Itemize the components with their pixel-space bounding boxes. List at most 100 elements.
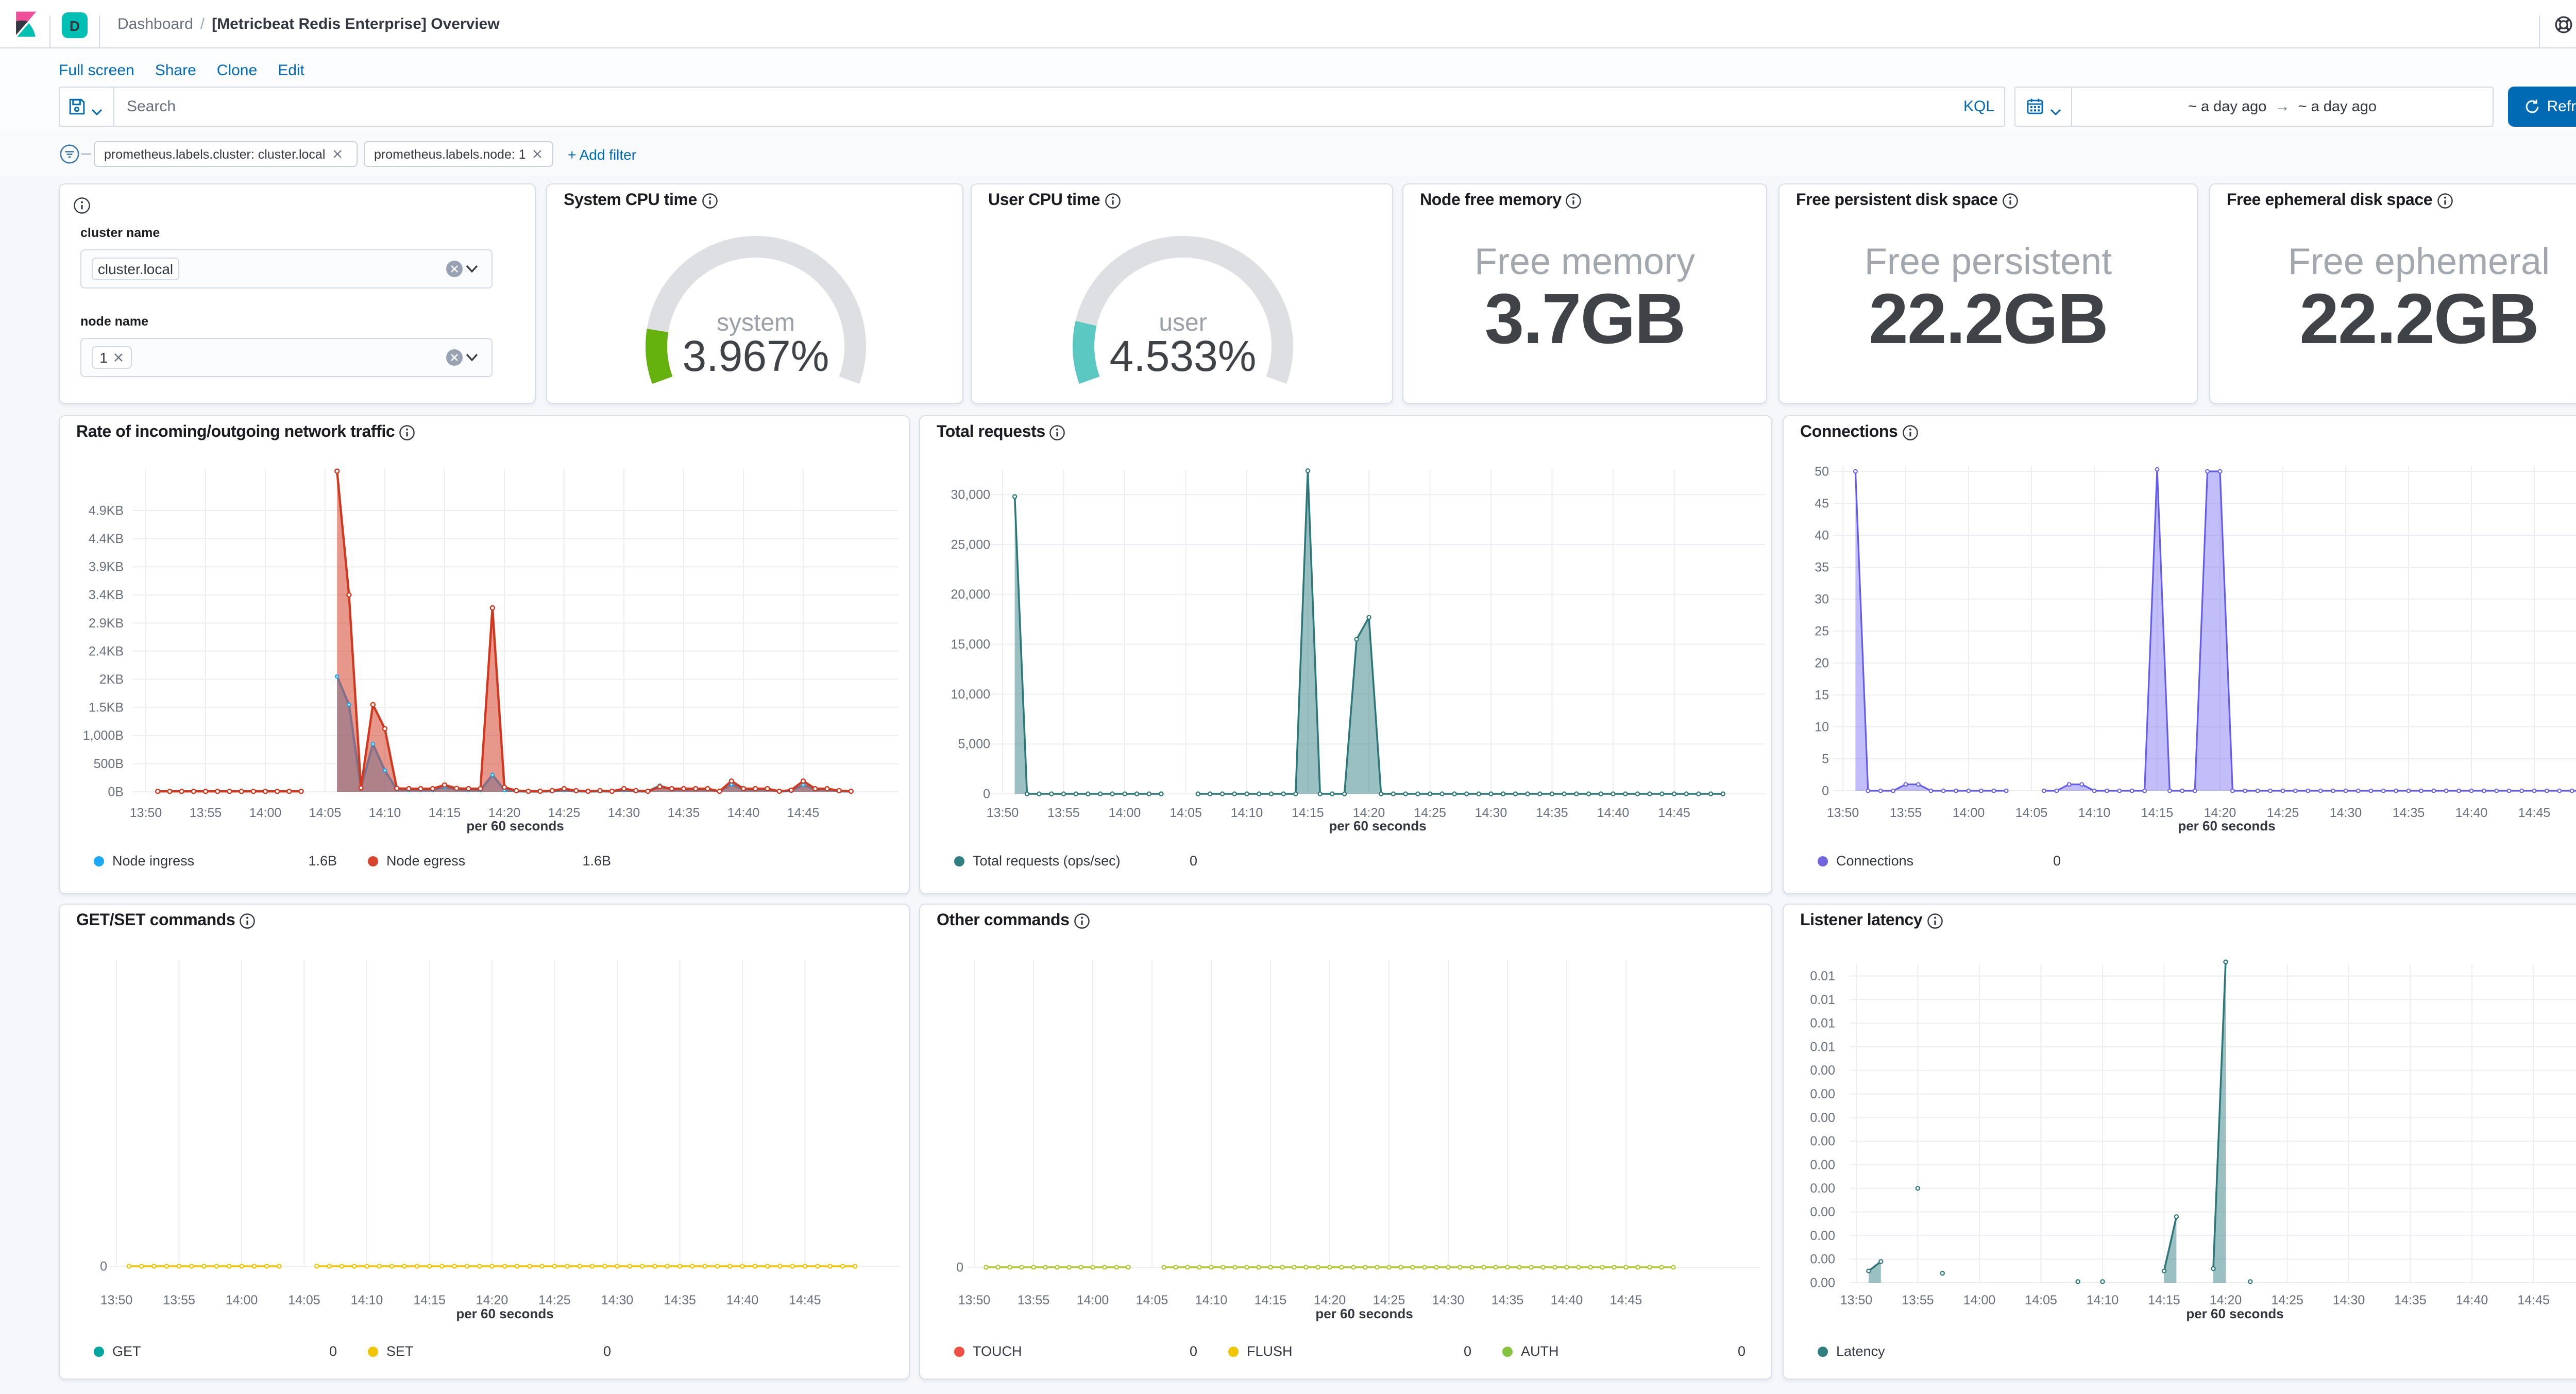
svg-text:14:20: 14:20 (1314, 1293, 1346, 1307)
svg-text:10: 10 (1815, 720, 1829, 734)
svg-text:14:10: 14:10 (2087, 1293, 2119, 1307)
svg-text:per 60 seconds: per 60 seconds (1329, 818, 1426, 834)
svg-text:14:30: 14:30 (1432, 1293, 1465, 1307)
svg-text:14:35: 14:35 (664, 1293, 696, 1307)
svg-text:14:10: 14:10 (351, 1293, 383, 1307)
svg-text:14:00: 14:00 (249, 806, 282, 820)
svg-text:1.5KB: 1.5KB (89, 701, 124, 715)
svg-text:0: 0 (100, 1259, 107, 1273)
svg-text:30,000: 30,000 (951, 488, 990, 502)
svg-text:14:10: 14:10 (1231, 806, 1263, 820)
svg-text:14:40: 14:40 (726, 1293, 759, 1307)
svg-text:0.01: 0.01 (1810, 1040, 1835, 1054)
svg-text:5: 5 (1822, 752, 1829, 766)
svg-text:14:05: 14:05 (2025, 1293, 2057, 1307)
svg-text:0.00: 0.00 (1810, 1134, 1835, 1149)
svg-text:14:05: 14:05 (1136, 1293, 1168, 1307)
svg-text:14:25: 14:25 (538, 1293, 571, 1307)
svg-text:13:50: 13:50 (958, 1293, 991, 1307)
svg-text:0.00: 0.00 (1810, 1276, 1835, 1290)
svg-text:0B: 0B (108, 785, 124, 799)
svg-text:0: 0 (983, 787, 990, 801)
svg-text:14:00: 14:00 (1109, 806, 1141, 820)
svg-text:13:55: 13:55 (1047, 806, 1080, 820)
svg-text:13:50: 13:50 (987, 806, 1019, 820)
svg-text:per 60 seconds: per 60 seconds (2178, 818, 2275, 834)
svg-text:13:55: 13:55 (1902, 1293, 1934, 1307)
svg-text:13:55: 13:55 (1890, 806, 1922, 820)
svg-text:14:05: 14:05 (2015, 806, 2048, 820)
svg-text:14:00: 14:00 (1953, 806, 1985, 820)
svg-text:2.4KB: 2.4KB (89, 644, 124, 658)
svg-text:14:00: 14:00 (1963, 1293, 1996, 1307)
svg-text:per 60 seconds: per 60 seconds (456, 1306, 553, 1321)
svg-text:0: 0 (956, 1260, 963, 1274)
svg-text:10,000: 10,000 (951, 687, 990, 702)
svg-text:1,000B: 1,000B (83, 728, 124, 743)
svg-text:14:45: 14:45 (2517, 1293, 2550, 1307)
svg-text:3.967%: 3.967% (683, 332, 829, 380)
svg-text:25: 25 (1815, 624, 1829, 638)
svg-text:13:50: 13:50 (1840, 1293, 1873, 1307)
svg-text:14:25: 14:25 (2271, 1293, 2303, 1307)
svg-text:per 60 seconds: per 60 seconds (1315, 1306, 1413, 1321)
svg-text:0.01: 0.01 (1810, 993, 1835, 1007)
svg-text:14:15: 14:15 (2148, 1293, 2180, 1307)
svg-text:14:45: 14:45 (2518, 806, 2551, 820)
svg-text:14:30: 14:30 (2330, 806, 2362, 820)
svg-text:14:45: 14:45 (787, 806, 820, 820)
svg-text:5,000: 5,000 (958, 737, 990, 752)
svg-text:14:00: 14:00 (1077, 1293, 1109, 1307)
svg-text:14:15: 14:15 (429, 806, 461, 820)
svg-text:15: 15 (1815, 688, 1829, 702)
svg-text:14:25: 14:25 (1373, 1293, 1405, 1307)
svg-text:14:35: 14:35 (1492, 1293, 1524, 1307)
svg-text:4.4KB: 4.4KB (89, 532, 124, 546)
svg-text:0.00: 0.00 (1810, 1181, 1835, 1196)
svg-text:14:35: 14:35 (1536, 806, 1568, 820)
svg-text:14:30: 14:30 (1475, 806, 1507, 820)
svg-text:2.9KB: 2.9KB (89, 616, 124, 631)
svg-text:14:35: 14:35 (2394, 1293, 2427, 1307)
svg-text:3.4KB: 3.4KB (89, 588, 124, 602)
svg-text:4.533%: 4.533% (1110, 332, 1257, 380)
svg-text:14:45: 14:45 (1610, 1293, 1642, 1307)
svg-text:14:40: 14:40 (1597, 806, 1630, 820)
svg-text:25,000: 25,000 (951, 537, 990, 552)
svg-text:13:50: 13:50 (1827, 806, 1859, 820)
svg-text:14:05: 14:05 (288, 1293, 320, 1307)
svg-text:0.00: 0.00 (1810, 1229, 1835, 1243)
svg-text:3.9KB: 3.9KB (89, 560, 124, 574)
svg-text:14:00: 14:00 (226, 1293, 258, 1307)
svg-text:20: 20 (1815, 656, 1829, 670)
svg-text:0.01: 0.01 (1810, 969, 1835, 983)
svg-text:14:40: 14:40 (2455, 806, 2488, 820)
svg-text:0.00: 0.00 (1810, 1205, 1835, 1219)
svg-text:20,000: 20,000 (951, 587, 990, 602)
svg-text:14:35: 14:35 (2393, 806, 2425, 820)
svg-text:14:35: 14:35 (668, 806, 700, 820)
svg-text:0: 0 (1822, 784, 1829, 798)
svg-text:0.00: 0.00 (1810, 1111, 1835, 1125)
svg-text:14:10: 14:10 (2078, 806, 2111, 820)
svg-text:13:50: 13:50 (130, 806, 162, 820)
svg-text:50: 50 (1815, 464, 1829, 479)
svg-text:14:10: 14:10 (369, 806, 401, 820)
svg-text:14:30: 14:30 (601, 1293, 634, 1307)
svg-text:0.00: 0.00 (1810, 1252, 1835, 1267)
svg-text:14:30: 14:30 (608, 806, 640, 820)
svg-text:35: 35 (1815, 560, 1829, 574)
svg-text:13:50: 13:50 (100, 1293, 133, 1307)
svg-text:14:05: 14:05 (1170, 806, 1202, 820)
svg-text:4.9KB: 4.9KB (89, 503, 124, 518)
svg-text:14:40: 14:40 (727, 806, 760, 820)
svg-text:14:30: 14:30 (2333, 1293, 2365, 1307)
svg-text:0.00: 0.00 (1810, 1158, 1835, 1172)
svg-text:13:55: 13:55 (1018, 1293, 1050, 1307)
svg-text:14:15: 14:15 (1255, 1293, 1287, 1307)
svg-text:45: 45 (1815, 496, 1829, 511)
svg-text:13:55: 13:55 (163, 1293, 195, 1307)
svg-text:0.00: 0.00 (1810, 1087, 1835, 1101)
svg-text:14:10: 14:10 (1195, 1293, 1228, 1307)
svg-text:14:20: 14:20 (2210, 1293, 2242, 1307)
